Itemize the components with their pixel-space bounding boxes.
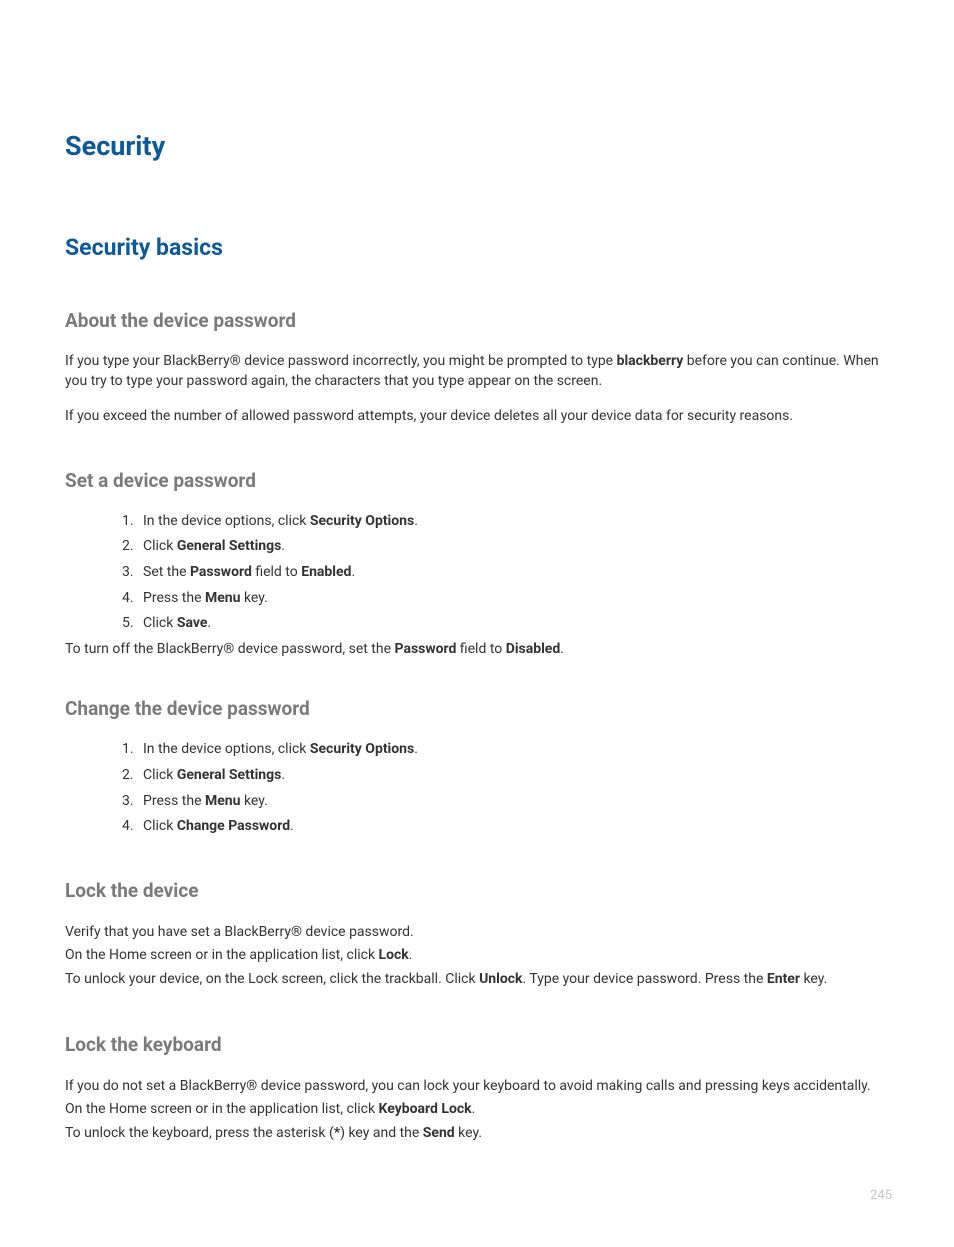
text-span: field to — [456, 641, 505, 657]
page-content: Security Security basics About the devic… — [0, 0, 954, 1247]
bold-text: Security Options — [310, 513, 414, 529]
bold-text: Send — [423, 1125, 455, 1141]
text-span: . — [414, 741, 418, 757]
step-item: In the device options, click Security Op… — [137, 740, 889, 760]
text-span: Click — [143, 818, 177, 834]
text-span: key. — [241, 590, 268, 606]
subsection-title-lock-keyboard: Lock the keyboard — [65, 1033, 889, 1056]
text-span: . — [290, 818, 294, 834]
text-span: . — [560, 641, 564, 657]
text-span: Press the — [143, 793, 205, 809]
bold-text: Save — [177, 615, 208, 631]
section-lock-keyboard: Lock the keyboard If you do not set a Bl… — [65, 1033, 889, 1145]
body-line: On the Home screen or in the application… — [65, 1099, 889, 1121]
bold-text: Keyboard Lock — [379, 1101, 472, 1117]
text-span: . — [351, 564, 355, 580]
text-span: . Type your device password. Press the — [523, 971, 767, 987]
text-span: In the device options, click — [143, 513, 310, 529]
text-span: In the device options, click — [143, 741, 310, 757]
step-item: Click Save. — [137, 614, 889, 634]
bold-text: Enabled — [301, 564, 351, 580]
bold-text: Lock — [379, 947, 409, 963]
bold-text: Menu — [205, 590, 241, 606]
steps-list: In the device options, click Security Op… — [65, 512, 889, 634]
step-item: Click Change Password. — [137, 817, 889, 837]
bold-text: Disabled — [506, 641, 561, 657]
text-span: ) key and the — [340, 1125, 423, 1141]
section-title: Security basics — [65, 234, 889, 261]
body-line: Verify that you have set a BlackBerry® d… — [65, 922, 889, 944]
step-item: Press the Menu key. — [137, 589, 889, 609]
page-number: 245 — [870, 1188, 892, 1203]
bold-text: Enter — [767, 971, 800, 987]
step-item: In the device options, click Security Op… — [137, 512, 889, 532]
text-span: Set the — [143, 564, 190, 580]
bold-text: Password — [190, 564, 252, 580]
body-line: To unlock the keyboard, press the asteri… — [65, 1123, 889, 1145]
text-span: Press the — [143, 590, 205, 606]
step-item: Click General Settings. — [137, 766, 889, 786]
subsection-title-change: Change the device password — [65, 697, 889, 720]
body-line: If you do not set a BlackBerry® device p… — [65, 1076, 889, 1098]
body-paragraph: If you type your BlackBerry® device pass… — [65, 352, 889, 391]
text-span: To turn off the BlackBerry® device passw… — [65, 641, 395, 657]
bold-text: Password — [395, 641, 457, 657]
followup-text: To turn off the BlackBerry® device passw… — [65, 640, 889, 660]
text-span: Click — [143, 538, 177, 554]
text-span: To unlock your device, on the Lock scree… — [65, 971, 479, 987]
text-span: On the Home screen or in the application… — [65, 1101, 379, 1117]
section-about-password: About the device password If you type yo… — [65, 309, 889, 427]
step-item: Click General Settings. — [137, 537, 889, 557]
subsection-title-lock-device: Lock the device — [65, 879, 889, 902]
text-span: . — [409, 947, 413, 963]
text-span: key. — [241, 793, 268, 809]
bold-text: Unlock — [479, 971, 522, 987]
text-span: Click — [143, 615, 177, 631]
section-lock-device: Lock the device Verify that you have set… — [65, 879, 889, 991]
bold-text: Security Options — [310, 741, 414, 757]
steps-list: In the device options, click Security Op… — [65, 740, 889, 836]
text-span: To unlock the keyboard, press the asteri… — [65, 1125, 334, 1141]
text-span: Click — [143, 767, 177, 783]
subsection-title-about: About the device password — [65, 309, 889, 332]
step-item: Press the Menu key. — [137, 792, 889, 812]
bold-text: General Settings — [177, 538, 282, 554]
bold-text: blackberry — [617, 353, 684, 369]
bold-text: Change Password — [177, 818, 290, 834]
step-item: Set the Password field to Enabled. — [137, 563, 889, 583]
bold-text: Menu — [205, 793, 241, 809]
text-span: If you type your BlackBerry® device pass… — [65, 353, 617, 369]
text-span: key. — [800, 971, 827, 987]
text-span: . — [281, 538, 285, 554]
body-line: To unlock your device, on the Lock scree… — [65, 969, 889, 991]
main-title: Security — [65, 130, 889, 162]
text-span: On the Home screen or in the application… — [65, 947, 379, 963]
body-paragraph: If you exceed the number of allowed pass… — [65, 407, 889, 427]
body-line: On the Home screen or in the application… — [65, 945, 889, 967]
text-span: . — [414, 513, 418, 529]
text-span: field to — [252, 564, 301, 580]
section-set-password: Set a device password In the device opti… — [65, 469, 889, 660]
section-change-password: Change the device password In the device… — [65, 697, 889, 836]
text-span: . — [281, 767, 285, 783]
text-span: . — [207, 615, 211, 631]
text-span: . — [472, 1101, 476, 1117]
bold-text: General Settings — [177, 767, 282, 783]
text-span: key. — [455, 1125, 482, 1141]
subsection-title-set: Set a device password — [65, 469, 889, 492]
